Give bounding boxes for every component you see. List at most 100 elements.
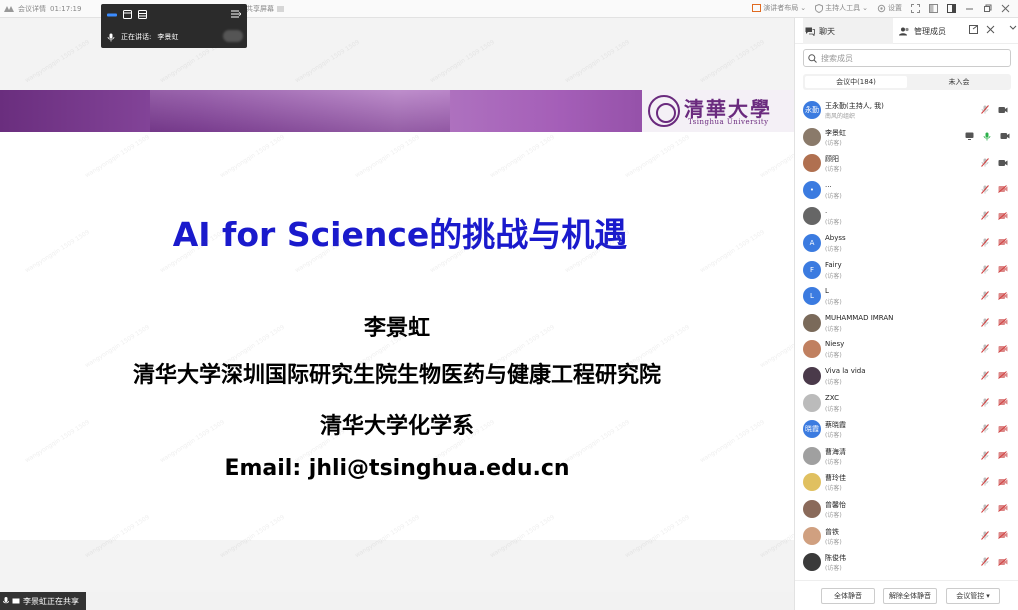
tab-members[interactable]: 管理成员 xyxy=(899,18,946,44)
minimize-icon[interactable] xyxy=(965,4,974,13)
camera-off-icon[interactable] xyxy=(998,531,1008,540)
camera-icon[interactable] xyxy=(998,158,1008,167)
member-row[interactable]: 永勤 王永勤(主持人, 我) 南风的组织 xyxy=(795,98,1018,125)
mute-all-button[interactable]: 全体静音 xyxy=(821,588,875,604)
tab-in-meeting[interactable]: 会议中(184) xyxy=(805,76,907,88)
chevron-down-icon[interactable] xyxy=(1009,25,1017,31)
member-row[interactable]: 顾阳 (访客) xyxy=(795,151,1018,178)
member-row[interactable]: 曹海清 (访客) xyxy=(795,444,1018,471)
mic-muted-icon[interactable] xyxy=(981,477,989,487)
speaker-layout-button[interactable]: 演讲者布局 ⌄ xyxy=(752,3,806,13)
camera-off-icon[interactable] xyxy=(998,398,1008,407)
member-row[interactable]: . (访客) xyxy=(795,204,1018,231)
chat-icon xyxy=(805,27,815,36)
mic-icon xyxy=(3,597,9,605)
camera-off-icon[interactable] xyxy=(998,504,1008,513)
close-icon[interactable] xyxy=(986,25,995,34)
avatar xyxy=(803,499,821,518)
camera-off-icon[interactable] xyxy=(998,265,1008,274)
sidebar-footer: 全体静音 解除全体静音 会议管控 ▾ xyxy=(795,580,1018,610)
window-icon[interactable] xyxy=(123,10,132,19)
avatar: L xyxy=(803,287,821,306)
camera-off-icon[interactable] xyxy=(998,451,1008,460)
member-row[interactable]: 李景虹 (访客) xyxy=(795,125,1018,152)
member-row[interactable]: Viva la vida (访客) xyxy=(795,364,1018,391)
tab-not-joined[interactable]: 未入会 xyxy=(909,76,1009,88)
camera-off-icon[interactable] xyxy=(998,238,1008,247)
watermark: wangyongqin 1509 1509 xyxy=(563,38,631,85)
mic-muted-icon[interactable] xyxy=(981,397,989,407)
mic-muted-icon[interactable] xyxy=(981,317,989,327)
member-row[interactable]: L L (访客) xyxy=(795,284,1018,311)
chevron-down-icon: ⌄ xyxy=(800,4,807,12)
mic-muted-icon[interactable] xyxy=(981,504,989,513)
meeting-control-button[interactable]: 会议管控 ▾ xyxy=(946,588,1000,604)
member-row[interactable]: ZXC (访客) xyxy=(795,391,1018,418)
avatar xyxy=(803,393,821,412)
camera-off-icon[interactable] xyxy=(998,291,1008,300)
member-row[interactable]: MUHAMMAD IMRAN (访客) xyxy=(795,311,1018,338)
mic-muted-icon[interactable] xyxy=(981,424,989,433)
member-row[interactable]: 曹玲佳 (访客) xyxy=(795,470,1018,497)
speaker-floating-panel[interactable]: 正在讲话: 李景虹 xyxy=(101,4,247,48)
grid-view-icon[interactable] xyxy=(138,10,147,19)
host-tools-button[interactable]: 主持人工具 ⌄ xyxy=(815,3,868,13)
mic-muted-icon[interactable] xyxy=(981,238,989,247)
pin-icon[interactable] xyxy=(929,3,938,13)
member-row[interactable]: Niesy (访客) xyxy=(795,337,1018,364)
unmute-all-button[interactable]: 解除全体静音 xyxy=(883,588,937,604)
member-row[interactable]: 陈俊伟 (访客) xyxy=(795,550,1018,577)
camera-off-icon[interactable] xyxy=(998,371,1008,380)
avatar xyxy=(803,207,821,226)
camera-off-icon[interactable] xyxy=(998,211,1008,220)
sidebar-toggle-icon[interactable] xyxy=(947,3,956,13)
mic-muted-icon[interactable] xyxy=(981,530,989,540)
camera-off-icon[interactable] xyxy=(998,477,1008,486)
member-row[interactable]: •... (访客) xyxy=(795,178,1018,205)
mic-muted-icon[interactable] xyxy=(981,158,989,168)
member-row[interactable]: 曾馨怡 (访客) xyxy=(795,497,1018,524)
camera-off-icon[interactable] xyxy=(998,318,1008,327)
mic-muted-icon[interactable] xyxy=(981,291,989,300)
mic-muted-icon[interactable] xyxy=(981,557,989,566)
mic-muted-icon[interactable] xyxy=(981,211,989,221)
member-row[interactable]: F Fairy (访客) xyxy=(795,258,1018,285)
avatar xyxy=(803,526,821,545)
popout-icon[interactable] xyxy=(969,25,978,34)
tab-chat[interactable]: 聊天 xyxy=(803,18,893,44)
settings-button[interactable]: 设置 xyxy=(877,3,902,13)
camera-icon[interactable] xyxy=(998,105,1008,114)
member-search-input[interactable]: 搜索成员 xyxy=(803,49,1011,67)
member-role: (访客) xyxy=(825,166,842,174)
member-name: MUHAMMAD IMRAN xyxy=(825,313,894,322)
member-row[interactable]: A Abyss (访客) xyxy=(795,231,1018,258)
watermark: wangyongqin 1509 1509 xyxy=(698,38,766,85)
camera-off-icon[interactable] xyxy=(998,557,1008,566)
camera-off-icon[interactable] xyxy=(998,344,1008,353)
camera-off-icon[interactable] xyxy=(998,185,1008,194)
member-row[interactable]: 晓霞 蔡晓霞 (访客) xyxy=(795,417,1018,444)
meeting-info-button[interactable]: 会议详情 xyxy=(18,4,46,14)
close-icon[interactable] xyxy=(1001,4,1010,13)
slide-affiliation-2: 清华大学化学系 xyxy=(319,414,474,439)
minimize-panel-icon[interactable] xyxy=(107,12,117,18)
member-name: 曹海清 xyxy=(825,447,846,456)
member-row[interactable]: 曾铁 (访客) xyxy=(795,524,1018,551)
mic-muted-icon[interactable] xyxy=(981,450,989,460)
list-view-icon[interactable] xyxy=(231,10,241,19)
watermark: wangyongqin 1509 1509 xyxy=(428,38,496,85)
speaking-label: 正在讲话: xyxy=(121,33,152,41)
chevron-down-icon: ⌄ xyxy=(862,4,868,12)
mic-muted-icon[interactable] xyxy=(981,264,989,274)
mic-muted-icon[interactable] xyxy=(981,105,989,114)
fullscreen-icon[interactable] xyxy=(911,3,920,13)
mic-muted-icon[interactable] xyxy=(981,344,989,354)
mic-muted-icon[interactable] xyxy=(981,184,989,194)
mic-muted-icon[interactable] xyxy=(981,371,989,380)
avatar: 晓霞 xyxy=(803,420,821,439)
share-screen-button[interactable]: 共享屏幕 xyxy=(246,4,284,14)
restore-icon[interactable] xyxy=(983,4,992,13)
mic-icon[interactable] xyxy=(983,132,991,141)
camera-off-icon[interactable] xyxy=(998,424,1008,433)
camera-icon[interactable] xyxy=(1000,132,1010,141)
